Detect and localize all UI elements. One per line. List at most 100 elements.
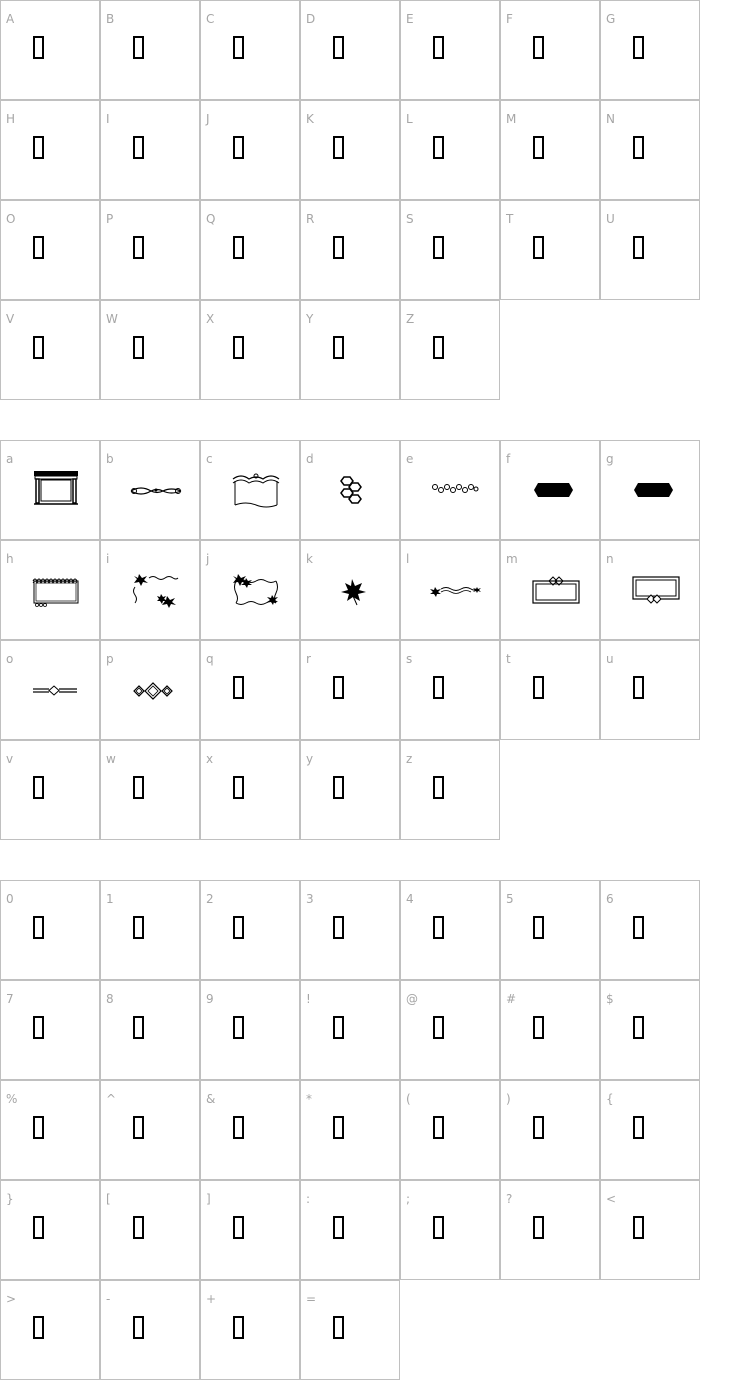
missing-glyph-icon (101, 1081, 201, 1181)
glyph-cell-lower-x: x (200, 740, 300, 840)
glyph-cell-upper-i: I (100, 100, 200, 200)
glyph-cell-equals: = (300, 1280, 400, 1380)
missing-glyph-icon (301, 981, 401, 1081)
glyph-cell-lower-z: z (400, 740, 500, 840)
glyph-cell-upper-h: H (0, 100, 100, 200)
bead-chain-icon (401, 441, 501, 541)
glyph-cell-upper-u: U (600, 200, 700, 300)
missing-glyph-icon (201, 1081, 301, 1181)
missing-glyph-icon (201, 301, 301, 401)
glyph-cell-upper-p: P (100, 200, 200, 300)
diamond-rule-icon (1, 641, 101, 741)
glyph-cell-lower-l: l (400, 540, 500, 640)
glyph-cell-lower-t: t (500, 640, 600, 740)
missing-glyph-icon (201, 1181, 301, 1281)
glyph-cell-upper-o: O (0, 200, 100, 300)
glyph-cell-lower-k: k (300, 540, 400, 640)
glyph-cell-lower-b: b (100, 440, 200, 540)
leaf-frame-icon (201, 541, 301, 641)
glyph-cell-lower-p: p (100, 640, 200, 740)
missing-glyph-icon (601, 101, 701, 201)
missing-glyph-icon (1, 741, 101, 841)
missing-glyph-icon (301, 201, 401, 301)
glyph-cell-star: * (300, 1080, 400, 1180)
glyph-grid-uppercase: ABCDEFG HIJKLMN OPQRSTU VWXYZ (0, 0, 700, 400)
glyph-cell-hash: # (500, 980, 600, 1080)
glyph-cell-upper-r: R (300, 200, 400, 300)
glyph-cell-lt: < (600, 1180, 700, 1280)
glyph-cell-gt: > (0, 1280, 100, 1380)
glyph-cell-lower-d: d (300, 440, 400, 540)
missing-glyph-icon (501, 981, 601, 1081)
glyph-cell-8: 8 (100, 980, 200, 1080)
glyph-cell-upper-w: W (100, 300, 200, 400)
glyph-cell-lower-a: a (0, 440, 100, 540)
glyph-cell-rbracket: ] (200, 1180, 300, 1280)
glyph-cell-caret: ^ (100, 1080, 200, 1180)
missing-glyph-icon (301, 1181, 401, 1281)
missing-glyph-icon (301, 301, 401, 401)
scalloped-frame-icon (1, 541, 101, 641)
glyph-cell-upper-x: X (200, 300, 300, 400)
leaf-corners-icon (101, 541, 201, 641)
missing-glyph-icon (101, 201, 201, 301)
missing-glyph-icon (201, 101, 301, 201)
glyph-cell-upper-m: M (500, 100, 600, 200)
missing-glyph-icon (101, 1, 201, 101)
missing-glyph-icon (1, 1, 101, 101)
glyph-cell-minus: - (100, 1280, 200, 1380)
missing-glyph-icon (301, 641, 401, 741)
glyph-cell-upper-z: Z (400, 300, 500, 400)
missing-glyph-icon (201, 1281, 301, 1381)
missing-glyph-icon (101, 301, 201, 401)
missing-glyph-icon (601, 201, 701, 301)
glyph-cell-exclam: ! (300, 980, 400, 1080)
missing-glyph-icon (1, 981, 101, 1081)
glyph-cell-upper-s: S (400, 200, 500, 300)
glyph-cell-upper-n: N (600, 100, 700, 200)
missing-glyph-icon (201, 1, 301, 101)
missing-glyph-icon (1, 1081, 101, 1181)
leaf-vine-icon (401, 541, 501, 641)
glyph-cell-lower-e: e (400, 440, 500, 540)
missing-glyph-icon (201, 881, 301, 981)
maple-leaf-icon (301, 541, 401, 641)
missing-glyph-icon (501, 881, 601, 981)
glyph-cell-lower-r: r (300, 640, 400, 740)
glyph-cell-lower-q: q (200, 640, 300, 740)
glyph-cell-lbrace: { (600, 1080, 700, 1180)
glyph-cell-upper-c: C (200, 0, 300, 100)
glyph-cell-lparen: ( (400, 1080, 500, 1180)
missing-glyph-icon (301, 1, 401, 101)
missing-glyph-icon (101, 101, 201, 201)
glyph-cell-semicolon: ; (400, 1180, 500, 1280)
glyph-cell-4: 4 (400, 880, 500, 980)
diamond-top-frame-icon (501, 541, 601, 641)
glyph-cell-upper-t: T (500, 200, 600, 300)
missing-glyph-icon (301, 881, 401, 981)
missing-glyph-icon (401, 1181, 501, 1281)
glyph-cell-at: @ (400, 980, 500, 1080)
missing-glyph-icon (101, 881, 201, 981)
missing-glyph-icon (501, 201, 601, 301)
diamond-bottom-frame-icon (601, 541, 701, 641)
missing-glyph-icon (401, 881, 501, 981)
glyph-cell-3: 3 (300, 880, 400, 980)
glyph-cell-rbrace: } (0, 1180, 100, 1280)
glyph-cell-lower-f: f (500, 440, 600, 540)
missing-glyph-icon (501, 1181, 601, 1281)
glyph-cell-lower-o: o (0, 640, 100, 740)
missing-glyph-icon (101, 981, 201, 1081)
missing-glyph-icon (101, 741, 201, 841)
missing-glyph-icon (201, 741, 301, 841)
glyph-cell-9: 9 (200, 980, 300, 1080)
glyph-grid-lowercase: abcdefg hijklmn opqrstu vwxyz (0, 440, 700, 840)
glyph-cell-lbracket: [ (100, 1180, 200, 1280)
missing-glyph-icon (601, 1081, 701, 1181)
glyph-cell-upper-j: J (200, 100, 300, 200)
missing-glyph-icon (601, 881, 701, 981)
missing-glyph-icon (201, 641, 301, 741)
glyph-cell-amp: & (200, 1080, 300, 1180)
missing-glyph-icon (501, 1081, 601, 1181)
pillared-frame-icon (1, 441, 101, 541)
